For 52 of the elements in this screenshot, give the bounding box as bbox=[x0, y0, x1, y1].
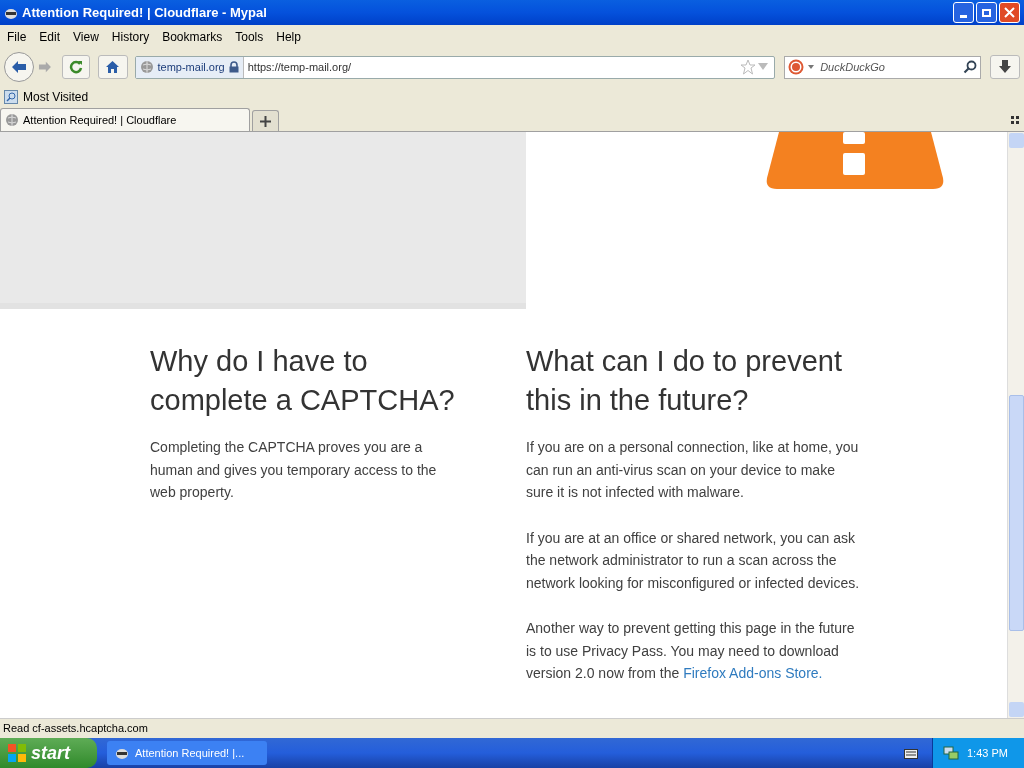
site-identity: temp-mail.org bbox=[157, 59, 225, 75]
reload-icon bbox=[68, 60, 83, 74]
search-input[interactable]: DuckDuckGo bbox=[820, 58, 964, 76]
bookmark-folder-icon bbox=[4, 90, 18, 104]
browser-tab[interactable]: Attention Required! | Cloudflare bbox=[0, 108, 250, 131]
clock: 1:43 PM bbox=[967, 745, 1008, 761]
bookmark-item[interactable]: Most Visited bbox=[23, 88, 89, 106]
back-arrow-icon bbox=[10, 60, 27, 74]
taskbar-button[interactable]: Attention Required! |... bbox=[107, 741, 267, 765]
reload-button[interactable] bbox=[61, 55, 90, 79]
paragraph: Another way to prevent getting this page in the future is to use Privacy Pass. You may need to download version 2.0 now from the Firefox Add-ons Store. bbox=[526, 619, 856, 683]
globe-icon bbox=[5, 113, 19, 127]
paragraph: If you are at an office or shared network, you can ask the network administrator to run a scan across the network looking for misconfigured or infected devices. bbox=[526, 528, 861, 593]
home-icon bbox=[105, 60, 121, 74]
close-button[interactable] bbox=[999, 2, 1020, 23]
menu-item[interactable]: View bbox=[73, 28, 99, 46]
download-arrow-icon bbox=[998, 60, 1013, 74]
menu-item[interactable]: File bbox=[7, 28, 27, 46]
status-text: Read cf-assets.hcaptcha.com bbox=[3, 721, 148, 737]
restore-button[interactable] bbox=[976, 2, 997, 23]
store-link[interactable]: Firefox Add-ons Store. bbox=[683, 665, 823, 681]
back-button[interactable] bbox=[4, 52, 34, 82]
menu-item[interactable]: Bookmarks bbox=[162, 28, 223, 46]
windows-logo-icon bbox=[8, 744, 26, 762]
section-heading: Why do I have to complete a CAPTCHA? bbox=[150, 344, 456, 418]
plus-icon bbox=[260, 115, 271, 127]
network-icon[interactable] bbox=[943, 746, 959, 760]
keyboard-icon[interactable] bbox=[904, 747, 918, 759]
paragraph: Completing the CAPTCHA proves you are a human and gives you temporary access to the web property. bbox=[150, 438, 438, 502]
menu-item[interactable]: Help bbox=[276, 28, 301, 46]
menu-item[interactable]: Tools bbox=[235, 28, 264, 46]
minimize-button[interactable] bbox=[953, 2, 974, 23]
url-text: https://temp-mail.org/ bbox=[247, 59, 353, 75]
home-button[interactable] bbox=[97, 55, 128, 79]
window-title: Attention Required! | Cloudflare - Mypal bbox=[22, 3, 267, 22]
search-icon[interactable] bbox=[963, 60, 978, 74]
address-bar[interactable]: temp-mail.org https://temp-mail.org/ bbox=[134, 55, 776, 79]
star-icon[interactable] bbox=[740, 59, 757, 75]
menu-item[interactable]: Edit bbox=[39, 28, 61, 46]
start-button[interactable]: start bbox=[0, 738, 97, 768]
section-heading: What can I do to prevent this in the future? bbox=[526, 344, 843, 418]
search-field[interactable]: DuckDuckGo bbox=[784, 55, 982, 79]
grid-icon[interactable] bbox=[1011, 116, 1019, 124]
globe-icon bbox=[139, 60, 154, 74]
dropdown-icon[interactable] bbox=[808, 65, 815, 69]
new-tab-button[interactable] bbox=[252, 110, 279, 131]
paragraph: If you are on a personal connection, like at home, you can run an anti-virus scan on your device to make sure it is not infected with malware. bbox=[526, 438, 860, 502]
menu-item[interactable]: History bbox=[111, 28, 150, 46]
downloads-button[interactable] bbox=[990, 55, 1020, 79]
close-icon bbox=[1004, 7, 1015, 18]
scrollbar[interactable] bbox=[1007, 132, 1024, 718]
lock-icon bbox=[228, 61, 239, 73]
